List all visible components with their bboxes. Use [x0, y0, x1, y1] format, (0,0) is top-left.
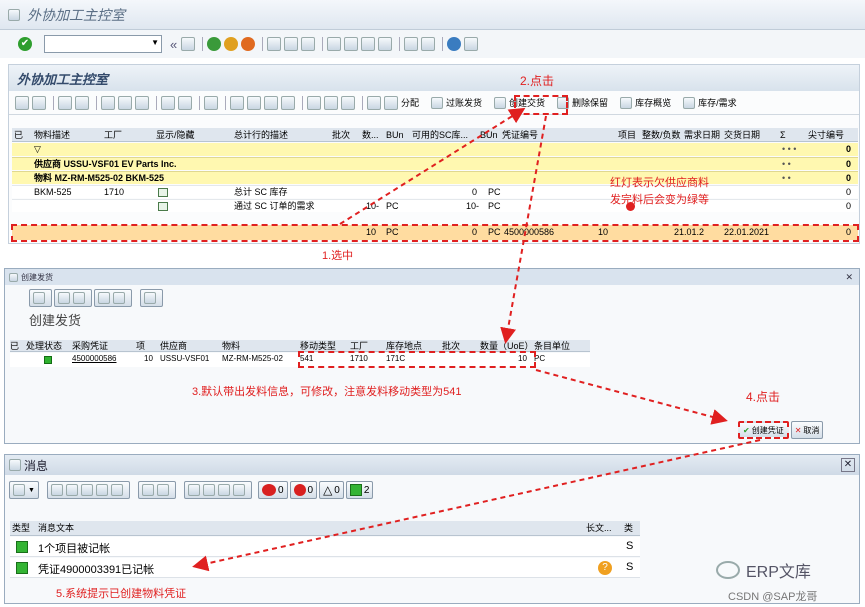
arrow-3-to-4: [535, 369, 728, 425]
annotation-arrows: [192, 107, 761, 572]
arrow-1-to-2: [339, 107, 526, 225]
arrow-4-to-5: [192, 439, 761, 572]
arrow-2-to-dialog: [500, 115, 547, 344]
